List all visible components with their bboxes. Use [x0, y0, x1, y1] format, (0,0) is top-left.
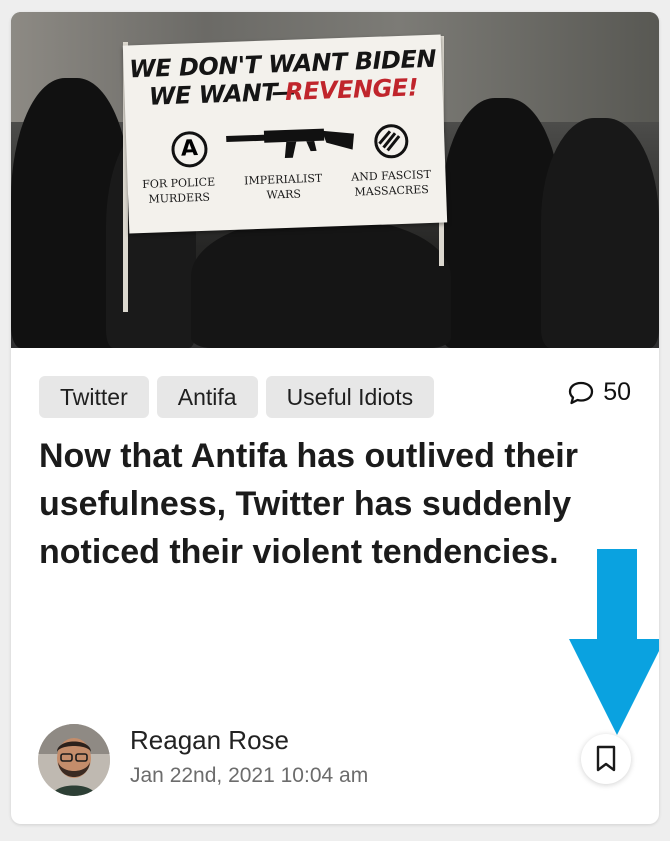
tag-useful-idiots[interactable]: Useful Idiots — [265, 376, 435, 418]
bookmark-icon — [596, 745, 616, 772]
avatar-portrait — [38, 724, 110, 796]
post-card[interactable]: WE DON'T WANT BIDEN— WE WANT REVENGE! FO… — [11, 12, 659, 824]
banner-line-2-highlight: REVENGE! — [284, 73, 419, 106]
crowd-center — [191, 218, 451, 348]
anarchy-symbol-icon — [170, 130, 209, 168]
banner-footer-text: MASSACRES — [354, 183, 429, 199]
tag-antifa[interactable]: Antifa — [156, 376, 258, 418]
tag-list: Twitter Antifa Useful Idiots — [39, 376, 435, 418]
banner-line-2-prefix: WE WANT — [148, 77, 286, 111]
comment-count: 50 — [603, 378, 631, 406]
banner-footer: FOR POLICE MURDERS IMPERIALIST WARS AND FA… — [127, 166, 446, 207]
banner-footer-text: MURDERS — [148, 190, 211, 206]
author-name[interactable]: Reagan Rose — [130, 725, 289, 756]
banner-footer-text: IMPERIALIST — [243, 171, 323, 188]
tag-twitter[interactable]: Twitter — [39, 376, 149, 418]
down-arrow-icon — [569, 549, 659, 735]
post-hero-image[interactable]: WE DON'T WANT BIDEN— WE WANT REVENGE! FO… — [11, 12, 659, 348]
rifle-icon — [226, 128, 355, 159]
protest-banner: WE DON'T WANT BIDEN— WE WANT REVENGE! FO… — [122, 34, 448, 234]
post-date: Jan 22nd, 2021 10:04 am — [130, 764, 369, 787]
banner-footer-col: FOR POLICE MURDERS — [142, 174, 216, 207]
bookmark-button[interactable] — [581, 734, 631, 784]
banner-footer-col: AND FASCIST MASSACRES — [351, 167, 432, 200]
three-arrows-symbol-icon — [373, 123, 409, 159]
banner-footer-text: WARS — [266, 187, 302, 202]
author-avatar[interactable] — [38, 724, 110, 796]
banner-footer-col: IMPERIALIST WARS — [244, 171, 323, 204]
comment-count-link[interactable]: 50 — [567, 378, 631, 407]
speech-bubble-icon — [569, 381, 594, 404]
crowd-right-2 — [541, 118, 659, 348]
post-title[interactable]: Now that Antifa has outlived their usefu… — [39, 432, 619, 576]
